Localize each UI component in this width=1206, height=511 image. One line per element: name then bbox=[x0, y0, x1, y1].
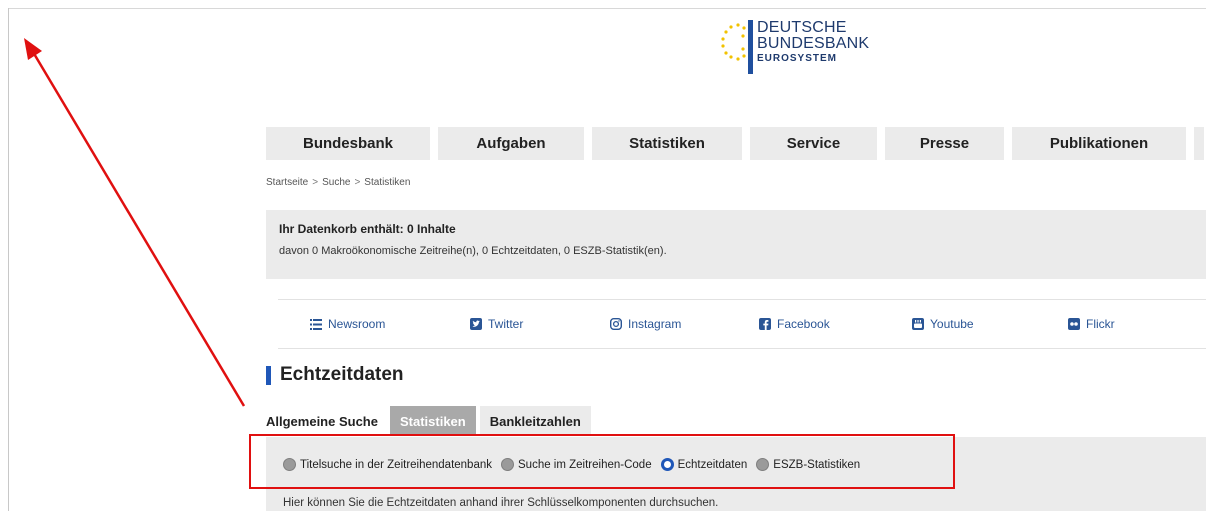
social-label: Facebook bbox=[777, 317, 830, 331]
search-tabs: Allgemeine Suche Statistiken Bankleitzah… bbox=[266, 406, 595, 436]
facebook-icon bbox=[759, 318, 771, 330]
logo-line-2: BUNDESBANK bbox=[757, 35, 870, 52]
nav-item-statistiken[interactable]: Statistiken bbox=[592, 127, 742, 160]
annotation-arrow-head bbox=[24, 38, 42, 60]
social-link-youtube[interactable]: Youtube bbox=[912, 317, 974, 331]
breadcrumb-suche[interactable]: Suche bbox=[322, 177, 350, 188]
basket-detail: davon 0 Makroökonomische Zeitreihe(n), 0… bbox=[279, 245, 667, 257]
social-link-instagram[interactable]: Instagram bbox=[610, 317, 681, 331]
nav-item-publikationen[interactable]: Publikationen bbox=[1012, 127, 1186, 160]
breadcrumb-startseite[interactable]: Startseite bbox=[266, 177, 308, 188]
social-label: Twitter bbox=[488, 317, 524, 331]
social-label: Instagram bbox=[628, 317, 682, 331]
basket-title: Ihr Datenkorb enthält: 0 Inhalte bbox=[279, 222, 456, 236]
nav-item-overflow bbox=[1194, 127, 1204, 160]
breadcrumb-separator: > bbox=[312, 177, 319, 188]
nav-item-aufgaben[interactable]: Aufgaben bbox=[438, 127, 584, 160]
social-links-bar: Newsroom Twitter Instagram Facebook Yout… bbox=[278, 299, 1206, 349]
logo-line-3: EUROSYSTEM bbox=[757, 53, 838, 64]
flickr-icon bbox=[1068, 318, 1080, 330]
heading-accent-bar bbox=[266, 365, 271, 385]
social-link-twitter[interactable]: Twitter bbox=[470, 317, 523, 331]
eu-stars-icon bbox=[718, 22, 746, 62]
breadcrumb-separator: > bbox=[354, 177, 361, 188]
breadcrumb: Startseite > Suche > Statistiken bbox=[266, 177, 410, 188]
social-label: Youtube bbox=[930, 317, 974, 331]
social-link-facebook[interactable]: Facebook bbox=[759, 317, 830, 331]
logo-bar bbox=[748, 20, 753, 74]
social-link-flickr[interactable]: Flickr bbox=[1068, 317, 1115, 331]
list-icon bbox=[310, 318, 322, 330]
breadcrumb-statistiken: Statistiken bbox=[364, 177, 411, 188]
section-heading: Echtzeitdaten bbox=[266, 364, 404, 386]
youtube-icon bbox=[912, 318, 924, 330]
tab-allgemeine-suche[interactable]: Allgemeine Suche bbox=[266, 406, 390, 436]
tab-statistiken[interactable]: Statistiken bbox=[389, 406, 476, 436]
bundesbank-logo[interactable]: DEUTSCHE BUNDESBANK EUROSYSTEM bbox=[718, 20, 869, 74]
annotation-highlight-box bbox=[249, 434, 955, 489]
instagram-icon bbox=[610, 318, 622, 330]
main-nav: Bundesbank Aufgaben Statistiken Service … bbox=[266, 127, 1204, 160]
data-basket-panel: Ihr Datenkorb enthält: 0 Inhalte davon 0… bbox=[266, 210, 1206, 279]
nav-item-presse[interactable]: Presse bbox=[885, 127, 1004, 160]
page-title: Echtzeitdaten bbox=[280, 364, 404, 385]
search-type-description: Hier können Sie die Echtzeitdaten anhand… bbox=[283, 497, 719, 509]
social-label: Newsroom bbox=[328, 317, 386, 331]
page-frame-left bbox=[8, 8, 9, 511]
social-link-newsroom[interactable]: Newsroom bbox=[310, 317, 385, 331]
nav-item-service[interactable]: Service bbox=[750, 127, 877, 160]
annotation-arrow-line bbox=[31, 51, 246, 407]
twitter-icon bbox=[470, 318, 482, 330]
nav-item-bundesbank[interactable]: Bundesbank bbox=[266, 127, 430, 160]
tab-bankleitzahlen[interactable]: Bankleitzahlen bbox=[479, 406, 591, 436]
page-frame-top bbox=[8, 8, 1206, 9]
social-label: Flickr bbox=[1086, 317, 1115, 331]
logo-line-1: DEUTSCHE bbox=[757, 19, 847, 36]
